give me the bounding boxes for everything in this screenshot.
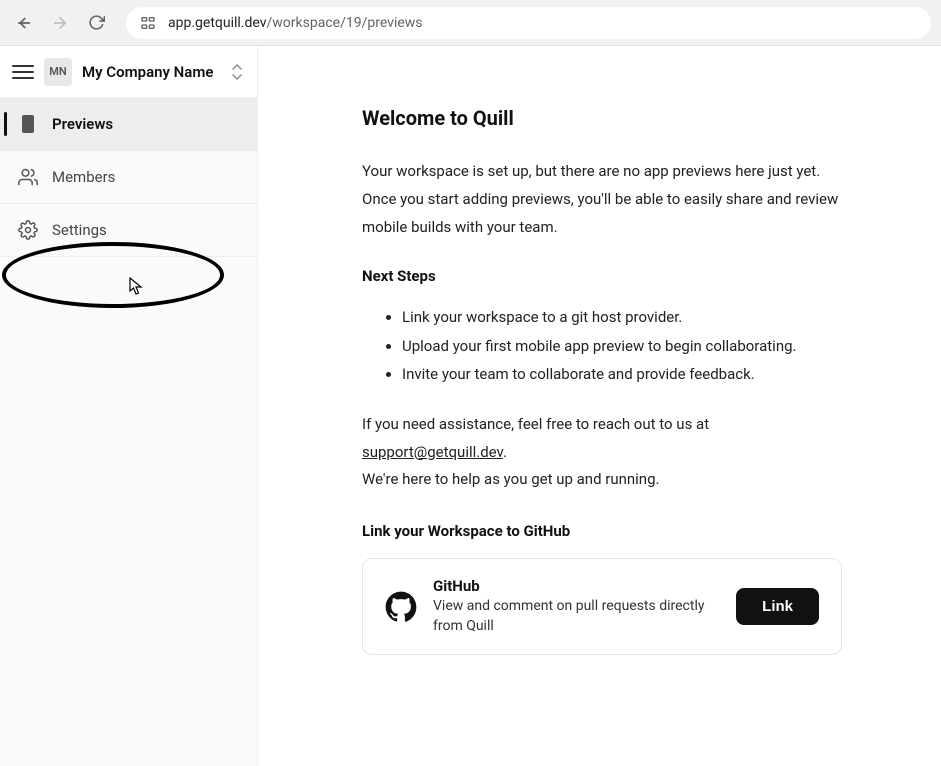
chevrons-up-down-icon [229, 62, 245, 82]
menu-icon[interactable] [12, 61, 34, 83]
support-email-link[interactable]: support@getquill.dev [362, 443, 503, 461]
sidebar-item-settings[interactable]: Settings [0, 204, 257, 256]
next-steps-heading: Next Steps [362, 267, 893, 285]
sidebar-item-previews[interactable]: Previews [0, 98, 257, 150]
link-github-button[interactable]: Link [736, 588, 819, 625]
assist-line2: We're here to help as you get up and run… [362, 466, 893, 494]
cursor-icon [129, 277, 143, 295]
browser-url: app.getquill.dev/workspace/19/previews [168, 15, 423, 31]
sidebar-nav: Previews Members Settings [0, 98, 257, 257]
github-icon [385, 591, 417, 623]
workspace-avatar: MN [44, 58, 72, 86]
browser-forward-button[interactable] [46, 9, 74, 37]
github-link-card: GitHub View and comment on pull requests… [362, 558, 842, 655]
next-steps-list: Link your workspace to a git host provid… [362, 303, 893, 389]
list-item: Link your workspace to a git host provid… [402, 303, 893, 332]
list-item: Invite your team to collaborate and prov… [402, 360, 893, 389]
assistance-text: If you need assistance, feel free to rea… [362, 411, 893, 494]
link-github-heading: Link your Workspace to GitHub [362, 522, 893, 540]
github-card-title: GitHub [433, 577, 720, 595]
assist-suffix: . [503, 443, 507, 461]
assist-prefix: If you need assistance, feel free to rea… [362, 415, 709, 433]
sidebar-item-label: Members [52, 168, 115, 186]
browser-toolbar: app.getquill.dev/workspace/19/previews [0, 0, 941, 46]
list-item: Upload your first mobile app preview to … [402, 332, 893, 361]
github-card-description: View and comment on pull requests direct… [433, 597, 720, 636]
divider [0, 256, 257, 257]
previews-icon [18, 114, 38, 134]
workspace-name: My Company Name [82, 63, 219, 81]
page-title: Welcome to Quill [362, 106, 893, 130]
sidebar-item-members[interactable]: Members [0, 151, 257, 203]
sidebar-item-label: Previews [52, 115, 113, 133]
browser-reload-button[interactable] [82, 9, 110, 37]
browser-back-button[interactable] [10, 9, 38, 37]
sidebar-item-label: Settings [52, 221, 107, 239]
gear-icon [18, 220, 38, 240]
workspace-switcher[interactable]: MN My Company Name [0, 46, 257, 98]
browser-address-bar[interactable]: app.getquill.dev/workspace/19/previews [126, 7, 931, 39]
site-settings-icon[interactable] [138, 13, 158, 33]
intro-text: Your workspace is set up, but there are … [362, 158, 842, 241]
members-icon [18, 167, 38, 187]
main-content: Welcome to Quill Your workspace is set u… [258, 46, 941, 766]
sidebar: MN My Company Name Previews Members [0, 46, 258, 766]
